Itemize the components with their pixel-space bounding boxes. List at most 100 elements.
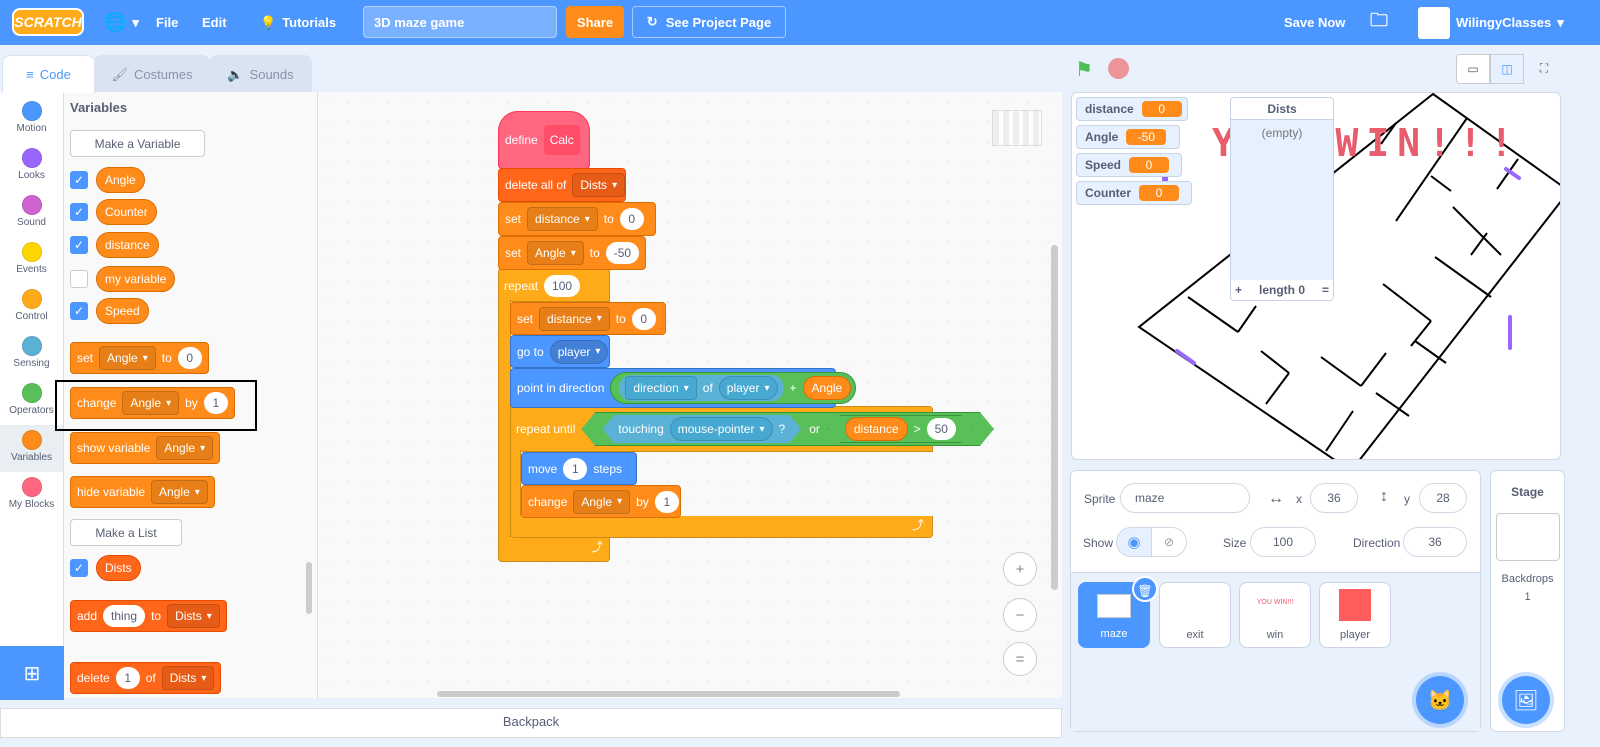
sprite-name-input[interactable]: maze xyxy=(1120,483,1250,513)
small-stage-icon[interactable]: ▭ xyxy=(1456,54,1490,84)
folder-icon[interactable]: 🗀 xyxy=(1370,0,1388,45)
variable-checkbox[interactable]: ✓ xyxy=(70,203,88,221)
sprite-thumb-exit[interactable]: exit xyxy=(1159,582,1231,648)
distance-reporter[interactable]: distance xyxy=(845,417,908,441)
choose-sprite-cat-icon[interactable]: 🐱 xyxy=(1416,676,1464,724)
category-events[interactable]: Events xyxy=(0,237,63,284)
backpack[interactable]: Backpack xyxy=(0,708,1062,738)
delete-all-block[interactable]: delete all of Dists xyxy=(498,168,626,202)
workspace-vertical-scrollbar[interactable] xyxy=(1051,245,1058,590)
delete-of-list-block[interactable]: delete 1 of Dists xyxy=(70,662,222,694)
y-input[interactable]: 28 xyxy=(1419,483,1467,513)
direction-input[interactable]: 36 xyxy=(1403,527,1467,557)
variable-dropdown[interactable]: Angle xyxy=(527,241,584,265)
variable-reporter[interactable]: Angle xyxy=(96,167,145,193)
add-extension-button[interactable]: ⊞ xyxy=(0,646,64,700)
value-input[interactable]: 0 xyxy=(177,347,202,369)
list-dropdown[interactable]: Dists xyxy=(572,173,626,197)
touching-dropdown[interactable]: mouse-pointer xyxy=(670,417,773,441)
repeat-count-input[interactable]: 100 xyxy=(544,275,581,297)
sprite-dropdown[interactable]: player xyxy=(718,376,778,400)
define-block[interactable]: define Calc xyxy=(498,111,590,169)
scratch-logo[interactable]: SCRATCH xyxy=(12,8,84,36)
go-to-block[interactable]: go to player xyxy=(510,335,610,368)
variable-checkbox[interactable]: ✓ xyxy=(70,171,88,189)
category-sensing[interactable]: Sensing xyxy=(0,331,63,378)
of-sensing-block[interactable]: direction of player xyxy=(619,375,784,401)
category-looks[interactable]: Looks xyxy=(0,143,63,190)
account-menu[interactable]: WilingyClasses ▾ xyxy=(1418,0,1564,45)
make-list-button[interactable]: Make a List xyxy=(70,519,182,546)
category-my-blocks[interactable]: My Blocks xyxy=(0,472,63,519)
workspace-horizontal-scrollbar[interactable] xyxy=(437,691,900,697)
list-dropdown[interactable]: Dists xyxy=(167,604,220,628)
value-input[interactable]: 1 xyxy=(654,490,679,513)
project-title-input[interactable]: 3D maze game xyxy=(363,6,557,38)
zoom-in-button[interactable]: + xyxy=(1003,552,1037,586)
variable-reporter[interactable]: Speed xyxy=(96,298,149,324)
category-operators[interactable]: Operators xyxy=(0,378,63,425)
greater-than-block[interactable]: distance >50 xyxy=(828,415,973,443)
zoom-out-button[interactable]: − xyxy=(1003,598,1037,632)
change-variable-block[interactable]: change Angleby 1 xyxy=(521,485,681,518)
stop-icon[interactable] xyxy=(1108,58,1129,79)
choose-backdrop-icon[interactable]: 🖼 xyxy=(1502,676,1550,724)
category-motion[interactable]: Motion xyxy=(0,96,63,143)
category-control[interactable]: Control xyxy=(0,284,63,331)
value-input[interactable]: 1 xyxy=(115,667,140,689)
value-input[interactable]: thing xyxy=(103,605,146,627)
add-operator[interactable]: direction of player + Angle xyxy=(610,372,857,404)
variable-monitor-distance[interactable]: distance 0 xyxy=(1076,97,1188,121)
list-resize-handle[interactable]: = xyxy=(1322,283,1329,297)
show-visible-eye-icon[interactable]: ◉ xyxy=(1116,527,1152,557)
tab-sounds[interactable]: 🔈 Sounds xyxy=(209,55,312,93)
value-input[interactable]: 0 xyxy=(631,307,656,330)
set-variable-block[interactable]: set distance to 0 xyxy=(498,202,656,236)
set-variable-block[interactable]: set Angleto -50 xyxy=(498,236,646,270)
show-variable-block[interactable]: show variable Angle xyxy=(70,432,221,464)
value-input[interactable]: -50 xyxy=(605,242,639,264)
value-input[interactable]: 1 xyxy=(563,457,588,480)
variable-monitor-speed[interactable]: Speed 0 xyxy=(1076,153,1182,177)
sprite-thumb-win[interactable]: YOU WIN!!! win xyxy=(1239,582,1311,648)
goto-dropdown[interactable]: player xyxy=(549,339,609,364)
save-now-button[interactable]: Save Now xyxy=(1284,0,1345,45)
tab-code[interactable]: ≡ Code xyxy=(2,55,95,93)
fullscreen-icon[interactable]: ⛶ xyxy=(1528,54,1560,84)
variable-dropdown[interactable]: distance xyxy=(539,306,610,331)
touching-block[interactable]: touching mouse-pointer? xyxy=(602,415,801,443)
variable-checkbox[interactable] xyxy=(70,270,88,288)
variable-reporter[interactable]: distance xyxy=(96,232,159,258)
property-dropdown[interactable]: direction xyxy=(625,376,697,400)
tutorials-button[interactable]: 💡 Tutorials xyxy=(260,0,336,45)
point-in-direction-block[interactable]: point in direction direction of player + A… xyxy=(510,368,857,408)
edit-menu[interactable]: Edit xyxy=(202,0,227,45)
variable-checkbox[interactable]: ✓ xyxy=(70,236,88,254)
variable-checkbox[interactable]: ✓ xyxy=(70,302,88,320)
category-variables[interactable]: Variables xyxy=(0,425,63,472)
variable-dropdown[interactable]: Angle xyxy=(151,480,208,504)
delete-sprite-trash-icon[interactable]: 🗑 xyxy=(1132,576,1158,602)
tab-costumes[interactable]: 🖌 Costumes xyxy=(94,55,210,93)
value-input[interactable]: 50 xyxy=(927,418,956,440)
angle-reporter[interactable]: Angle xyxy=(802,376,852,400)
variable-reporter[interactable]: my variable xyxy=(96,266,176,292)
sprite-thumb-player[interactable]: player xyxy=(1319,582,1391,648)
variable-dropdown[interactable]: distance xyxy=(527,207,598,231)
set-variable-block[interactable]: set Angleto 0 xyxy=(70,342,209,374)
stage-canvas[interactable]: YOU WIN!!! distance 0 Angle -50 Speed 0 Counte… xyxy=(1071,92,1561,460)
zoom-reset-button[interactable]: = xyxy=(1003,642,1037,676)
share-button[interactable]: Share xyxy=(566,6,624,38)
list-checkbox[interactable]: ✓ xyxy=(70,559,88,577)
palette-scrollbar[interactable] xyxy=(306,562,312,614)
value-input[interactable]: 0 xyxy=(619,208,644,230)
list-monitor-dists[interactable]: Dists (empty) + length 0 = xyxy=(1230,97,1334,301)
variable-monitor-counter[interactable]: Counter 0 xyxy=(1076,181,1192,205)
make-variable-button[interactable]: Make a Variable xyxy=(70,130,205,157)
variable-dropdown[interactable]: Angle xyxy=(573,489,631,514)
list-add-button[interactable]: + xyxy=(1235,283,1242,297)
language-menu[interactable]: 🌐 ▾ xyxy=(104,0,139,45)
variable-reporter[interactable]: Counter xyxy=(96,199,157,225)
green-flag-icon[interactable]: ⚑ xyxy=(1075,57,1093,82)
normal-stage-icon[interactable]: ◫ xyxy=(1490,54,1524,84)
